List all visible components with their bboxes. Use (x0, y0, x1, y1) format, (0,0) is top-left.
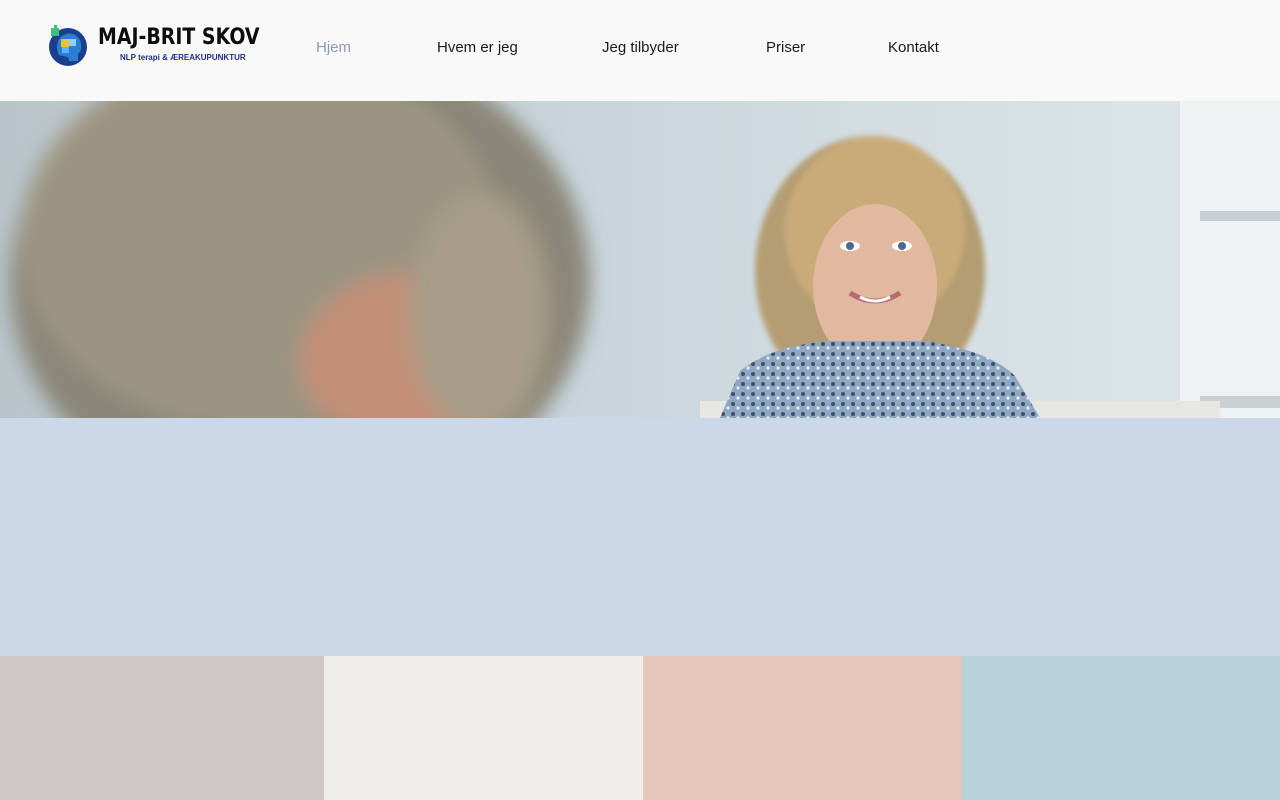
tile-4 (962, 656, 1280, 800)
nav-item-jeg-tilbyder[interactable]: Jeg tilbyder (602, 39, 679, 56)
tile-2 (324, 656, 643, 800)
site-logo[interactable]: MAJ-BRIT SKOV NLP terapi & ÆREAKUPUNKTUR (47, 25, 260, 69)
hero-image (0, 101, 1280, 418)
content-band (0, 418, 1280, 656)
tile-3 (643, 656, 962, 800)
portrait-photo (0, 101, 1280, 418)
logo-title: MAJ-BRIT SKOV (98, 25, 260, 50)
puzzle-head-icon (49, 25, 87, 66)
nav-item-hjem[interactable]: Hjem (316, 39, 351, 56)
nav-item-priser[interactable]: Priser (766, 39, 805, 56)
tile-1 (0, 656, 324, 800)
logo-subtitle: NLP terapi & ÆREAKUPUNKTUR (120, 53, 246, 62)
site-header: MAJ-BRIT SKOV NLP terapi & ÆREAKUPUNKTUR… (0, 0, 1280, 101)
nav-item-hvem-er-jeg[interactable]: Hvem er jeg (437, 39, 518, 56)
nav-item-kontakt[interactable]: Kontakt (888, 39, 939, 56)
